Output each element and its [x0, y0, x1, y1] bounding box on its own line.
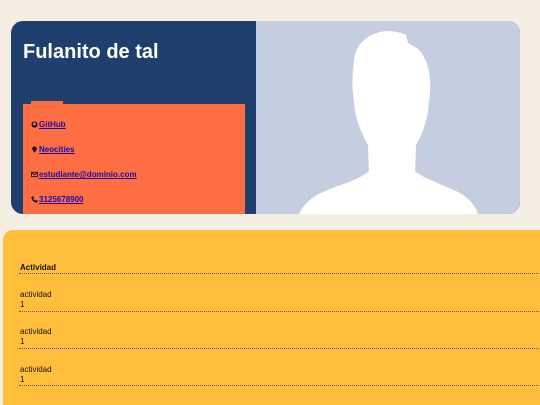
github-link[interactable]: GitHub [39, 120, 66, 129]
activity-row: actividad 1 [20, 365, 52, 385]
phone-icon [31, 196, 38, 203]
page: Fulanito de tal GitHub Neocities estudia… [0, 0, 540, 405]
neocities-link[interactable]: Neocities [39, 145, 75, 154]
contact-neocities: Neocities [31, 145, 75, 154]
contact-box: GitHub Neocities estudiante@dominio.com [23, 101, 245, 214]
contact-phone: 3125678900 [31, 195, 84, 204]
location-pin-icon [31, 146, 38, 153]
avatar-silhouette-icon [299, 31, 478, 214]
activity-value: 1 [20, 300, 25, 309]
contact-box-tab [31, 101, 63, 104]
contact-github: GitHub [31, 120, 66, 129]
contact-email: estudiante@dominio.com [31, 170, 137, 179]
activity-name: actividad [20, 290, 52, 299]
github-icon [31, 121, 38, 128]
profile-info: Fulanito de tal GitHub Neocities estudia… [11, 21, 256, 214]
divider [19, 348, 540, 349]
activity-row: actividad 1 [20, 327, 52, 347]
email-link[interactable]: estudiante@dominio.com [39, 170, 137, 179]
phone-link[interactable]: 3125678900 [39, 195, 84, 204]
activity-row: actividad 1 [20, 290, 52, 310]
activity-value: 1 [20, 337, 25, 346]
divider [19, 385, 540, 386]
activity-value: 1 [20, 375, 25, 384]
profile-photo [256, 21, 520, 214]
divider [19, 311, 540, 312]
activity-header: Actividad [20, 263, 57, 272]
divider [19, 273, 540, 274]
activity-name: actividad [20, 365, 52, 374]
profile-name: Fulanito de tal [23, 41, 159, 63]
envelope-icon [31, 171, 38, 178]
profile-card: Fulanito de tal GitHub Neocities estudia… [11, 21, 520, 214]
activity-panel: Actividad actividad 1 actividad 1 activi… [3, 230, 540, 405]
activity-name: actividad [20, 327, 52, 336]
